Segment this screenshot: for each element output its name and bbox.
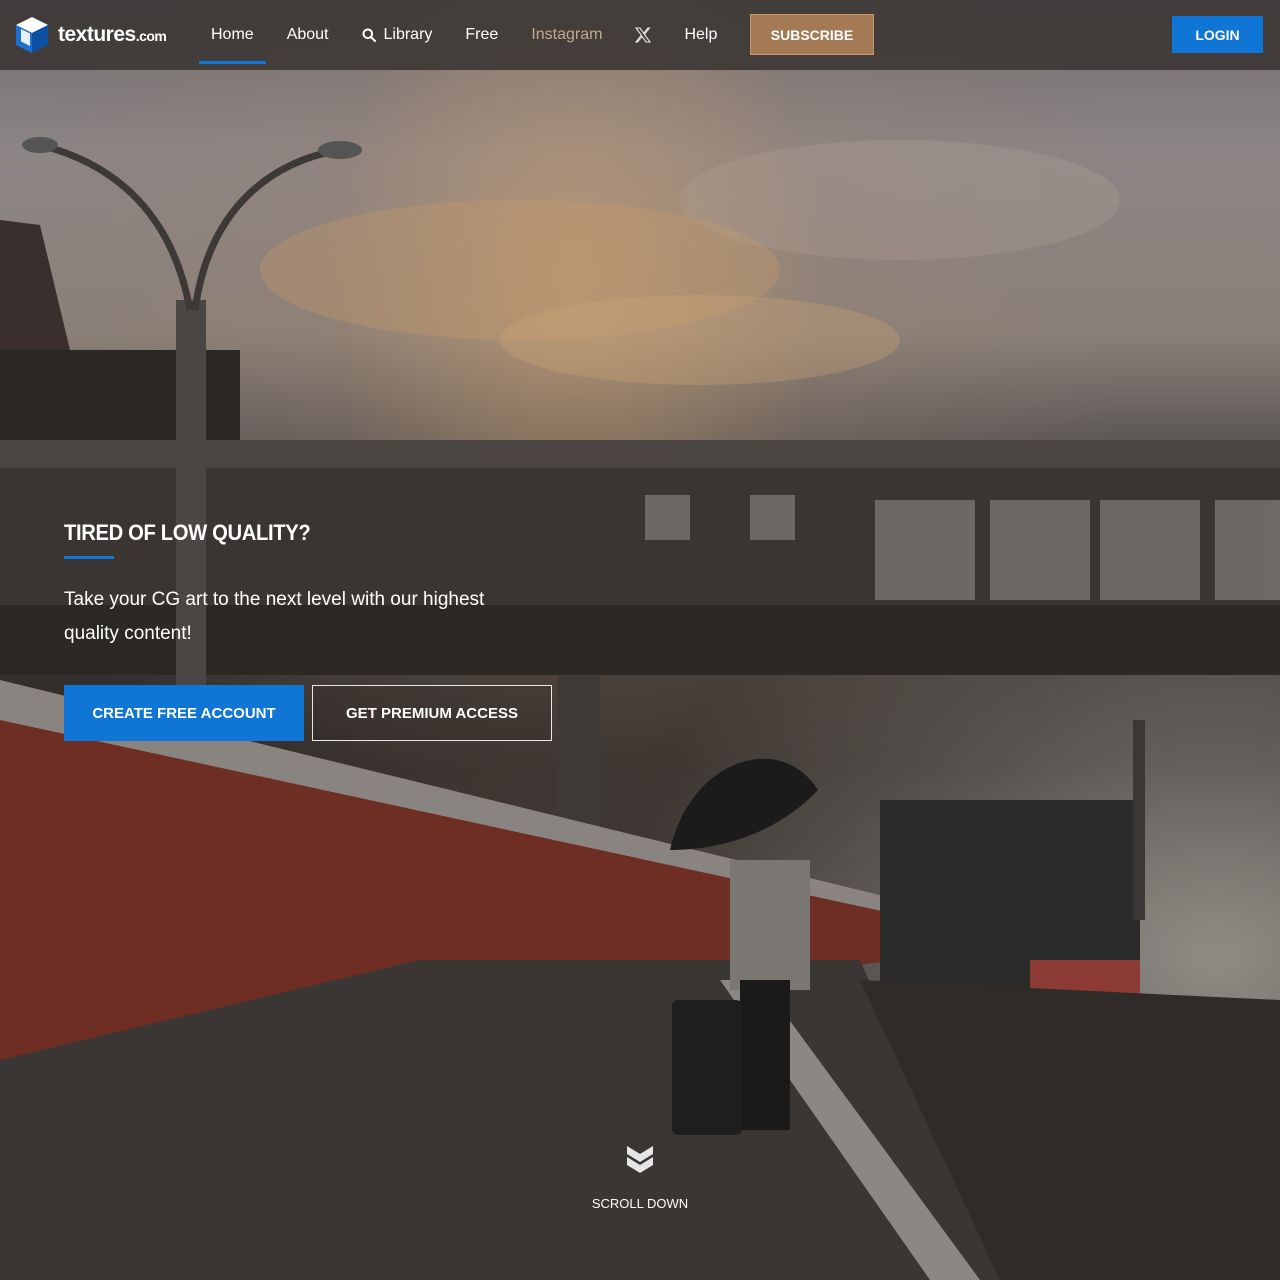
- subscribe-button[interactable]: SUBSCRIBE: [750, 14, 874, 55]
- cube-logo-icon: [16, 17, 48, 53]
- main-nav: Home About Library Free Instagram Help: [199, 0, 738, 70]
- top-navbar: textures.com Home About Library Free Ins…: [0, 0, 1280, 70]
- nav-help-label: Help: [684, 26, 718, 43]
- nav-about-label: About: [286, 26, 329, 43]
- nav-home[interactable]: Home: [199, 0, 266, 70]
- nav-library-label: Library: [383, 26, 433, 43]
- create-free-account-button[interactable]: CREATE FREE ACCOUNT: [64, 685, 304, 741]
- nav-instagram-label: Instagram: [531, 26, 603, 43]
- nav-help[interactable]: Help: [672, 0, 729, 70]
- nav-free-label: Free: [465, 26, 499, 43]
- x-icon: [635, 27, 652, 43]
- nav-free[interactable]: Free: [453, 0, 510, 70]
- logo-name: textures: [58, 23, 136, 46]
- page: textures.com Home About Library Free Ins…: [0, 0, 1280, 1280]
- nav-x[interactable]: [623, 0, 663, 70]
- site-logo[interactable]: textures.com: [15, 16, 167, 54]
- nav-instagram[interactable]: Instagram: [519, 0, 614, 70]
- chevron-double-down-icon: [627, 1146, 653, 1173]
- hero-title-underline: [64, 556, 114, 559]
- login-button[interactable]: LOGIN: [1172, 16, 1263, 53]
- get-premium-access-button[interactable]: GET PREMIUM ACCESS: [312, 685, 552, 741]
- hero-title: TIRED OF LOW QUALITY?: [64, 520, 311, 545]
- logo-wordmark: textures.com: [58, 23, 167, 47]
- scroll-down-button[interactable]: SCROLL DOWN: [580, 1144, 700, 1211]
- nav-about[interactable]: About: [275, 0, 341, 70]
- nav-home-label: Home: [211, 26, 254, 43]
- hero-text: Take your CG art to the next level with …: [64, 589, 485, 644]
- logo-tld: .com: [135, 28, 167, 44]
- search-icon: [362, 28, 376, 42]
- scroll-down-label: SCROLL DOWN: [591, 1196, 689, 1211]
- nav-library[interactable]: Library: [350, 0, 445, 70]
